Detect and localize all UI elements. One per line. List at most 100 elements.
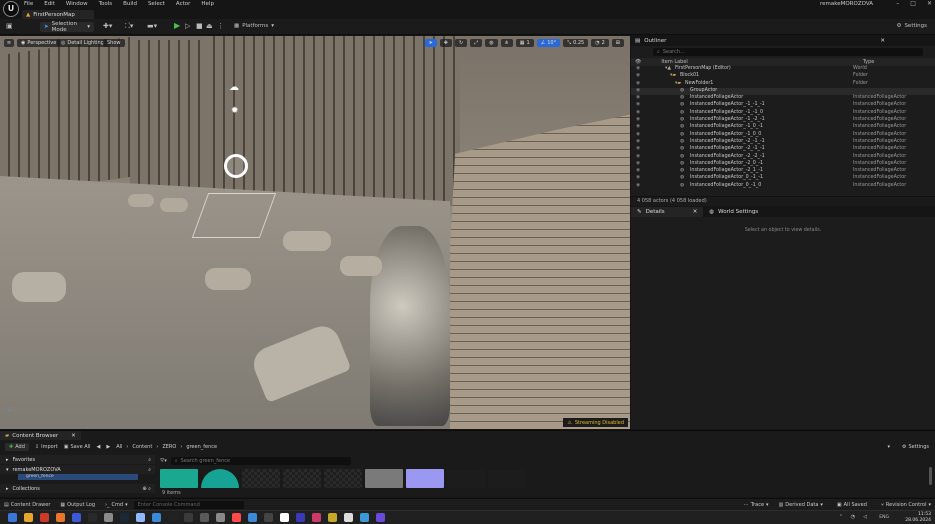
taskbar-app-icon[interactable] bbox=[7, 513, 17, 522]
maximize-icon[interactable]: □ bbox=[910, 0, 916, 7]
add-actor-icon[interactable]: ✚▾ bbox=[103, 22, 112, 30]
visibility-toggle-icon[interactable]: ◉ bbox=[636, 66, 640, 71]
clock[interactable]: 11:53 28.06.2024 bbox=[905, 512, 931, 524]
visibility-toggle-icon[interactable]: ◉ bbox=[636, 117, 640, 122]
select-tool-icon[interactable]: ➤ bbox=[424, 39, 437, 47]
more-options-icon[interactable]: ⋮ bbox=[217, 22, 224, 30]
menu-build[interactable]: Build bbox=[123, 1, 137, 7]
play-icon[interactable]: ▶ bbox=[174, 21, 180, 30]
network-icon[interactable]: ◔ bbox=[851, 514, 855, 520]
viewport-options-button[interactable]: ≡ bbox=[4, 39, 14, 47]
visibility-toggle-icon[interactable]: ◉ bbox=[636, 81, 640, 86]
close-icon[interactable]: ✕ bbox=[927, 0, 932, 7]
taskbar-app-icon[interactable] bbox=[39, 513, 49, 522]
tab-world-settings[interactable]: ◍ World Settings bbox=[703, 207, 765, 217]
selection-mode-button[interactable]: ➤ Selection Mode ▾ bbox=[40, 21, 94, 33]
derived-data-button[interactable]: ▥ Derived Data ▾ bbox=[779, 502, 823, 508]
level-viewport[interactable]: ☁ ✹ ⊥ ≡ ◉ Perspective ◎ Detail Lighting … bbox=[0, 36, 630, 429]
content-settings-button[interactable]: ▾ ⚙ Settings bbox=[887, 444, 929, 450]
visibility-toggle-icon[interactable]: ◉ bbox=[636, 73, 640, 78]
taskbar-app-icon[interactable] bbox=[135, 513, 145, 522]
taskbar-app-icon[interactable] bbox=[55, 513, 65, 522]
outliner-row[interactable]: ◉ ◍ InstancedFoliageActor_-1_0_0 InstancedF… bbox=[631, 132, 935, 139]
scale-tool-icon[interactable]: ⤢ bbox=[470, 39, 483, 47]
asset-search-input[interactable]: ⌕ Search green_fence bbox=[170, 457, 351, 465]
visibility-toggle-icon[interactable]: ◉ bbox=[636, 168, 640, 173]
taskbar-app-icon[interactable] bbox=[343, 513, 353, 522]
outliner-row[interactable]: ◉ ◍ InstancedFoliageActor_-1_-1_-1 Instance… bbox=[631, 102, 935, 109]
import-button[interactable]: ⇩ Import bbox=[35, 444, 58, 450]
asset-thumbnail[interactable] bbox=[488, 469, 526, 488]
angle-snap-button[interactable]: ∠ 10° bbox=[536, 39, 561, 47]
taskbar-app-icon[interactable] bbox=[183, 513, 193, 522]
taskbar-app-icon[interactable] bbox=[167, 513, 177, 522]
taskbar-app-icon[interactable] bbox=[23, 513, 33, 522]
breadcrumb-all[interactable]: All bbox=[116, 444, 122, 450]
tab-details[interactable]: ✎ Details ✕ bbox=[631, 207, 704, 217]
all-saved-button[interactable]: ▣ All Saved bbox=[837, 502, 867, 508]
visibility-icon[interactable]: 👁 bbox=[635, 59, 641, 65]
menu-file[interactable]: File bbox=[24, 1, 33, 7]
visibility-toggle-icon[interactable]: ◉ bbox=[636, 95, 640, 100]
close-tab-icon[interactable]: ✕ bbox=[880, 38, 885, 44]
asset-thumbnail[interactable] bbox=[242, 469, 280, 488]
taskbar-app-icon[interactable] bbox=[359, 513, 369, 522]
trace-button[interactable]: ⋯ Trace ▾ bbox=[744, 502, 769, 508]
level-tab[interactable]: ▲ FirstPersonMap bbox=[22, 10, 94, 19]
taskbar-app-icon[interactable] bbox=[295, 513, 305, 522]
content-drawer-button[interactable]: ▤ Content Drawer bbox=[4, 502, 50, 508]
asset-thumbnail[interactable] bbox=[324, 469, 362, 488]
search-icon[interactable]: ⌕ bbox=[148, 467, 151, 473]
outliner-row[interactable]: ◉ ◍ InstancedFoliageActor_-1_-1_0 Instanced… bbox=[631, 110, 935, 117]
asset-thumbnail[interactable] bbox=[447, 469, 485, 488]
outliner-row[interactable]: ◉ ◍ InstancedFoliageActor_0_-1_0 InstancedF… bbox=[631, 183, 935, 190]
move-tool-icon[interactable]: ✥ bbox=[439, 39, 452, 47]
visibility-toggle-icon[interactable]: ◉ bbox=[636, 146, 640, 151]
collections-section[interactable]: ▸ Collections ⊕ ⌕ bbox=[0, 484, 155, 493]
add-collection-icon[interactable]: ⊕ ⌕ bbox=[142, 486, 151, 492]
menu-select[interactable]: Select bbox=[148, 1, 165, 7]
eject-icon[interactable]: ⏏ bbox=[206, 22, 213, 30]
step-icon[interactable]: ▷ bbox=[185, 22, 190, 30]
rotate-tool-icon[interactable]: ↻ bbox=[455, 39, 468, 47]
scale-snap-button[interactable]: ⤡ 0.25 bbox=[563, 39, 589, 47]
asset-thumbnail[interactable] bbox=[283, 469, 321, 488]
taskbar-app-icon[interactable] bbox=[71, 513, 81, 522]
outliner-row[interactable]: ◉ ▾▰ NewFolder1 Folder bbox=[631, 81, 935, 88]
close-tab-icon[interactable]: ✕ bbox=[71, 433, 76, 439]
point-light-icon[interactable]: ✹ bbox=[231, 106, 239, 116]
taskbar-app-icon[interactable] bbox=[199, 513, 209, 522]
add-button[interactable]: ✚ Add bbox=[5, 443, 29, 451]
outliner-row[interactable]: ◉ ▾▰ Block01 Folder bbox=[631, 73, 935, 80]
sky-light-icon[interactable] bbox=[224, 154, 248, 178]
breadcrumb-content[interactable]: Content bbox=[132, 444, 152, 450]
taskbar-app-icon[interactable] bbox=[279, 513, 289, 522]
show-button[interactable]: Show bbox=[103, 39, 125, 47]
forward-icon[interactable]: ▶ bbox=[106, 444, 110, 450]
outliner-row[interactable]: ◉ ◍ InstancedFoliageActor_0_-1_-1 Instanced… bbox=[631, 175, 935, 182]
surface-snap-icon[interactable]: ⋔ bbox=[500, 39, 513, 47]
visibility-toggle-icon[interactable]: ◉ bbox=[636, 88, 640, 93]
output-log-button[interactable]: ▦ Output Log bbox=[60, 502, 95, 508]
content-browser-tab[interactable]: ▰ Content Browser ✕ bbox=[0, 431, 81, 440]
asset-grid-scrollbar[interactable] bbox=[929, 467, 932, 485]
save-all-button[interactable]: ▣ Save All bbox=[64, 444, 91, 450]
column-item-label[interactable]: Item Label bbox=[661, 59, 687, 65]
visibility-toggle-icon[interactable]: ◉ bbox=[636, 175, 640, 180]
taskbar-app-icon[interactable] bbox=[375, 513, 385, 522]
close-tab-icon[interactable]: ✕ bbox=[693, 209, 698, 215]
cmd-button[interactable]: ›_ Cmd ▾ bbox=[105, 502, 128, 508]
minimize-icon[interactable]: – bbox=[896, 0, 899, 7]
back-icon[interactable]: ◀ bbox=[97, 444, 101, 450]
visibility-toggle-icon[interactable]: ◉ bbox=[636, 139, 640, 144]
project-section[interactable]: ▾ remakeMOROZOVA ⌕ bbox=[0, 465, 155, 474]
save-icon[interactable]: ▣ bbox=[6, 22, 13, 30]
taskbar-app-icon[interactable] bbox=[327, 513, 337, 522]
filter-icon[interactable]: ⛛▾ bbox=[160, 458, 167, 464]
maximize-viewport-icon[interactable]: ⊞ bbox=[611, 39, 624, 47]
taskbar-app-icon[interactable] bbox=[247, 513, 257, 522]
asset-thumbnail[interactable] bbox=[365, 469, 403, 488]
volume-icon[interactable]: ◁ bbox=[863, 514, 867, 520]
unreal-logo-icon[interactable]: U bbox=[3, 1, 19, 17]
taskbar-app-icon[interactable] bbox=[103, 513, 113, 522]
